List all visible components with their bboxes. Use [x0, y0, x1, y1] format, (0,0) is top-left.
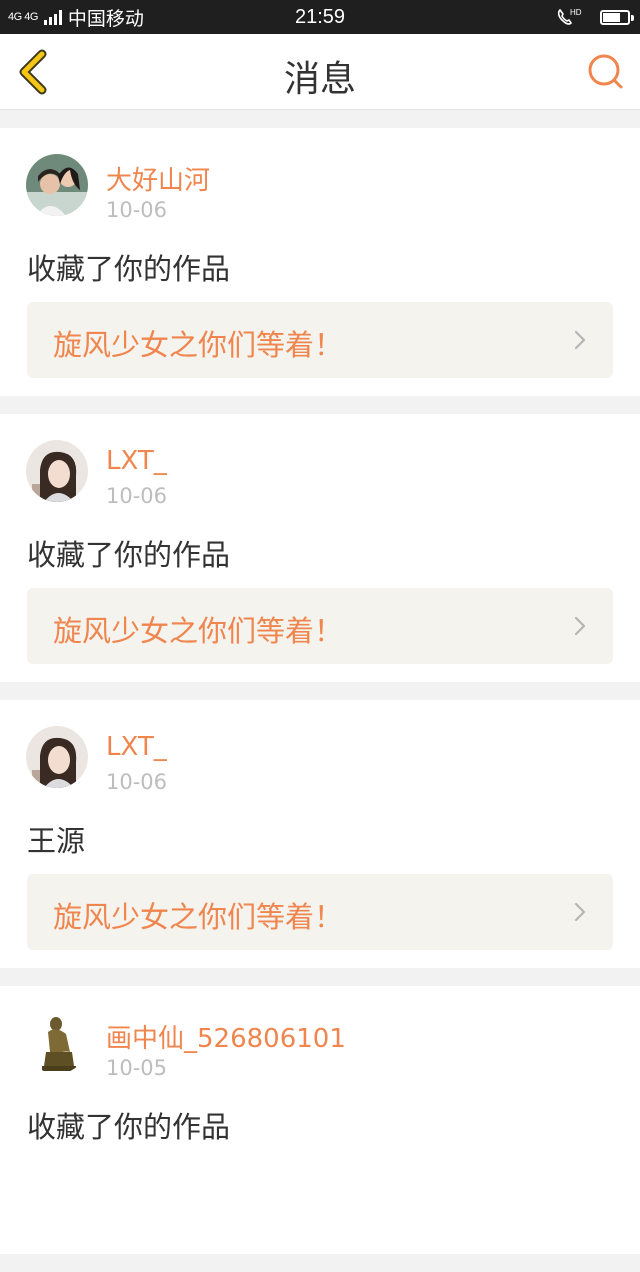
avatar[interactable]	[26, 154, 88, 216]
status-right: HD	[556, 5, 634, 29]
status-bar: 4G 4G 中国移动 21:59 HD	[0, 0, 640, 34]
message-date: 10-06	[106, 484, 168, 508]
avatar[interactable]	[26, 726, 88, 788]
message-text: 收藏了你的作品	[27, 1110, 231, 1144]
username[interactable]: 大好山河	[106, 160, 210, 197]
page-title: 消息	[283, 59, 356, 100]
work-link[interactable]: 旋风少女之你们等着！	[27, 302, 613, 378]
message-card[interactable]: 画中仙_526806101 10-05 收藏了你的作品	[0, 986, 640, 1254]
message-text: 收藏了你的作品	[27, 538, 231, 572]
nav-bar: 消息	[0, 34, 640, 110]
work-title: 旋风少女之你们等着！	[53, 328, 344, 362]
chevron-right-icon	[574, 330, 586, 350]
work-link[interactable]: 旋风少女之你们等着！	[27, 588, 613, 664]
chevron-right-icon	[574, 616, 586, 636]
hd-label: HD	[570, 8, 582, 17]
work-link[interactable]: 旋风少女之你们等着！	[27, 874, 613, 950]
avatar[interactable]	[26, 440, 88, 502]
message-date: 10-05	[106, 1056, 168, 1080]
message-text: 收藏了你的作品	[27, 252, 231, 286]
work-title: 旋风少女之你们等着！	[53, 900, 344, 934]
message-card[interactable]: 大好山河 10-06 收藏了你的作品 旋风少女之你们等着！	[0, 128, 640, 396]
message-card[interactable]: LXT_ 10-06 收藏了你的作品 旋风少女之你们等着！	[0, 414, 640, 682]
battery-icon	[600, 9, 634, 25]
hd-call-icon: HD	[557, 8, 582, 25]
message-date: 10-06	[106, 770, 168, 794]
search-icon[interactable]	[586, 52, 626, 92]
work-title: 旋风少女之你们等着！	[53, 614, 344, 648]
chevron-right-icon	[574, 902, 586, 922]
username[interactable]: LXT_	[106, 732, 167, 762]
message-date: 10-06	[106, 198, 168, 222]
username[interactable]: LXT_	[106, 446, 167, 476]
message-card[interactable]: LXT_ 10-06 王源 旋风少女之你们等着！	[0, 700, 640, 968]
message-text: 王源	[27, 824, 86, 858]
username[interactable]: 画中仙_526806101	[106, 1018, 346, 1055]
avatar[interactable]	[26, 1012, 88, 1074]
message-list: 大好山河 10-06 收藏了你的作品 旋风少女之你们等着！ LXT_ 10-06…	[0, 128, 640, 1272]
status-time: 21:59	[294, 6, 346, 28]
